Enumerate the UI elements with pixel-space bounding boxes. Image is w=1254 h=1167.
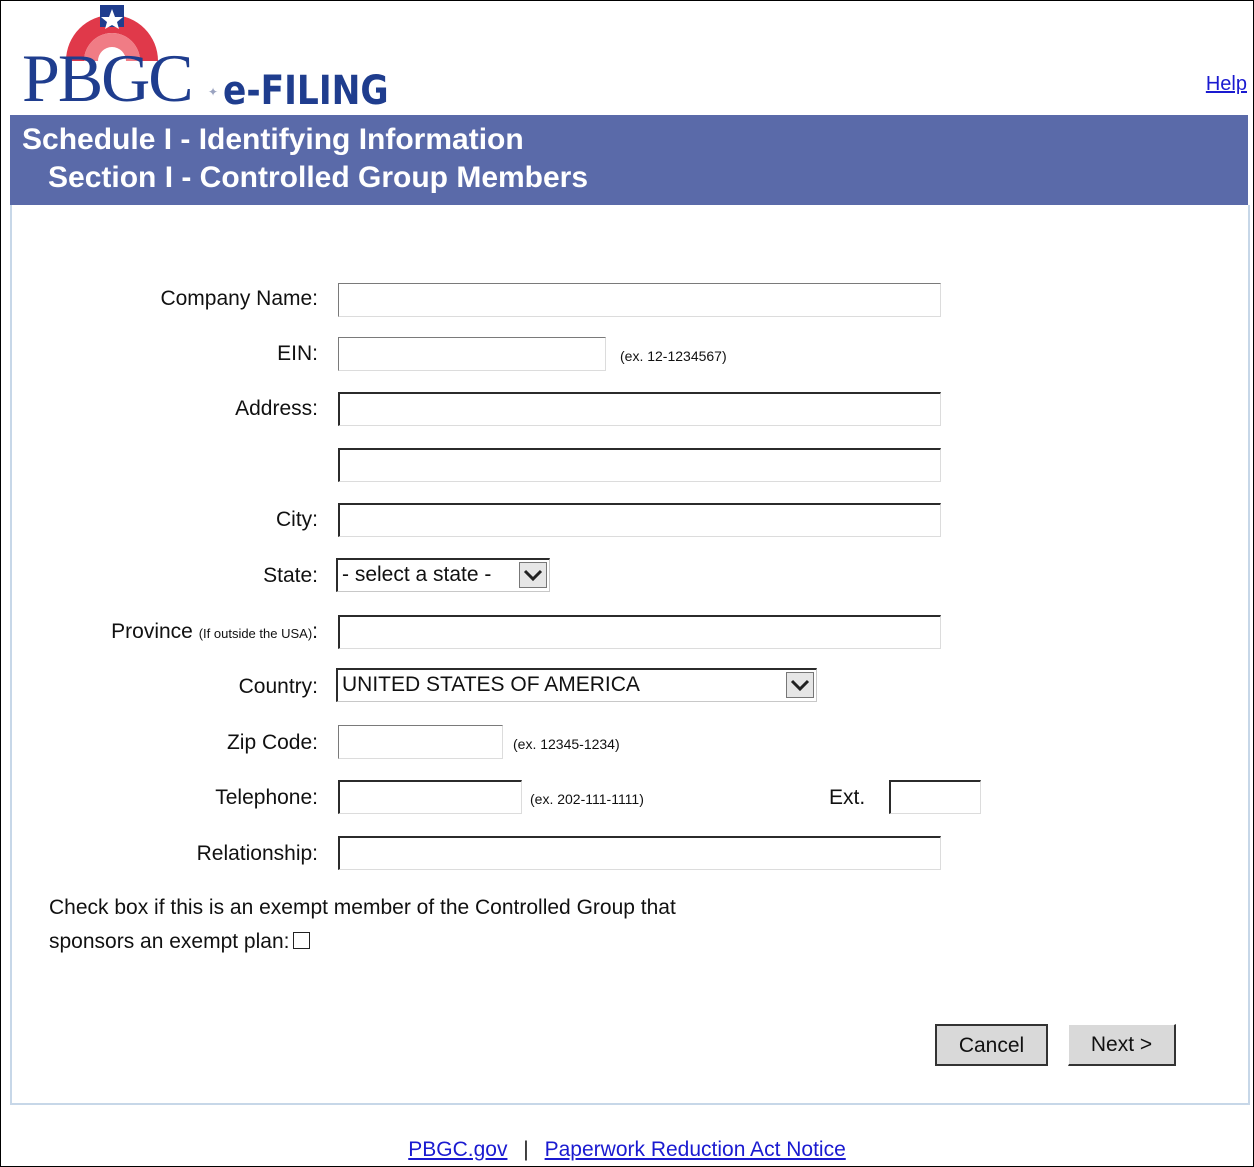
state-select-value: - select a state - <box>342 563 492 586</box>
ein-label: EIN: <box>277 342 318 365</box>
chevron-down-icon[interactable] <box>519 562 547 588</box>
address-line1-input[interactable] <box>338 392 941 426</box>
company-name-label: Company Name: <box>160 287 318 310</box>
ein-input[interactable] <box>338 337 606 371</box>
paperwork-reduction-link[interactable]: Paperwork Reduction Act Notice <box>545 1138 846 1161</box>
footer-separator: | <box>523 1138 529 1161</box>
logo-star-icon: ✦ <box>208 85 219 99</box>
ext-input[interactable] <box>889 780 981 814</box>
company-name-input[interactable] <box>338 283 941 317</box>
address-label: Address: <box>235 397 318 420</box>
logo-pbgc-text: PBGC <box>22 40 194 116</box>
state-label: State: <box>263 564 318 587</box>
next-button[interactable]: Next > <box>1068 1024 1176 1066</box>
exempt-text-line2: sponsors an exempt plan: <box>49 930 290 953</box>
telephone-hint: (ex. 202-111-1111) <box>530 791 644 807</box>
exempt-member-text: Check box if this is an exempt member of… <box>49 891 676 959</box>
page-subtitle: Section I - Controlled Group Members <box>48 161 589 194</box>
page-title: Schedule I - Identifying Information <box>22 123 524 156</box>
zip-code-label: Zip Code: <box>226 731 318 754</box>
exempt-text-line1: Check box if this is an exempt member of… <box>49 896 676 919</box>
pbgc-logo: PBGC ✦ e-FILING PORTAL <box>10 0 530 160</box>
country-select[interactable]: UNITED STATES OF AMERICA <box>336 668 817 702</box>
province-colon: : <box>312 620 318 643</box>
country-select-value: UNITED STATES OF AMERICA <box>342 673 640 696</box>
telephone-label: Telephone: <box>215 786 318 809</box>
pbgc-gov-link[interactable]: PBGC.gov <box>408 1138 507 1161</box>
city-label: City: <box>276 508 318 531</box>
title-bar: Schedule I - Identifying Information Sec… <box>10 115 1248 205</box>
help-link[interactable]: Help <box>1206 73 1247 96</box>
province-label: Province (If outside the USA): <box>8 620 318 644</box>
country-label: Country: <box>238 675 318 698</box>
exempt-member-checkbox[interactable] <box>293 932 311 949</box>
city-input[interactable] <box>338 503 941 537</box>
zip-code-hint: (ex. 12345-1234) <box>513 736 620 752</box>
province-note: (If outside the USA) <box>198 626 313 641</box>
chevron-down-icon[interactable] <box>786 672 814 698</box>
state-select[interactable]: - select a state - <box>336 558 550 592</box>
telephone-input[interactable] <box>338 780 522 814</box>
relationship-label: Relationship: <box>196 842 318 865</box>
footer: PBGC.gov | Paperwork Reduction Act Notic… <box>0 1138 1254 1162</box>
ext-label: Ext. <box>829 786 866 809</box>
province-label-text: Province <box>111 620 193 643</box>
ein-hint: (ex. 12-1234567) <box>620 348 727 364</box>
province-input[interactable] <box>338 615 941 649</box>
cancel-button[interactable]: Cancel <box>935 1024 1048 1066</box>
relationship-input[interactable] <box>338 836 941 870</box>
zip-code-input[interactable] <box>338 725 503 759</box>
form-panel <box>10 205 1250 1105</box>
address-line2-input[interactable] <box>338 448 941 482</box>
